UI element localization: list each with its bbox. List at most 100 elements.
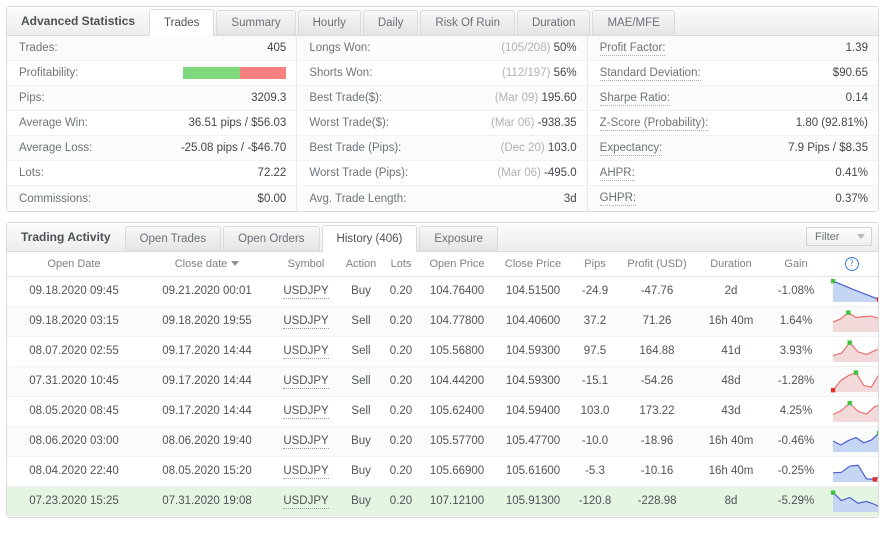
stat-value-main: 56%: [553, 67, 577, 79]
stat-value: 0.37%: [835, 193, 868, 205]
trades-table-body: 09.18.2020 09:45 09.21.2020 00:01 USDJPY Bu…: [7, 276, 878, 517]
stat-value-main: 1.39: [845, 42, 868, 54]
stat-value-main: 50%: [553, 42, 577, 54]
cell-open-price: 105.66900: [419, 456, 495, 487]
cell-lots: 0.20: [383, 276, 419, 307]
symbol-link[interactable]: USDJPY: [283, 345, 329, 359]
tab-daily[interactable]: Daily: [362, 10, 419, 35]
advanced-statistics-grid: Trades: 405 Profitability: Pips: 3209.3 Avera…: [7, 36, 878, 211]
tab-exposure[interactable]: Exposure: [419, 226, 498, 251]
cell-profit: -228.98: [619, 486, 695, 517]
tab-risk-of-ruin[interactable]: Risk Of Ruin: [420, 10, 515, 35]
stat-value-context: (Mar 09): [494, 92, 542, 104]
cell-duration: 2d: [695, 276, 767, 307]
cell-symbol: USDJPY: [273, 336, 339, 367]
column-header-symbol[interactable]: Symbol: [273, 252, 339, 277]
stat-value: -25.08 pips / -$46.70: [181, 142, 287, 154]
cell-open-date-text: 08.05.2020 08:45: [29, 405, 119, 417]
symbol-link[interactable]: USDJPY: [283, 375, 329, 389]
cell-close-price-text: 104.40600: [505, 315, 561, 327]
column-header-profit-usd[interactable]: Profit (USD): [619, 252, 695, 277]
column-header-action[interactable]: Action: [339, 252, 383, 277]
table-row[interactable]: 07.31.2020 10:45 09.17.2020 14:44 USDJPY Se…: [7, 366, 878, 397]
table-row[interactable]: 09.18.2020 09:45 09.21.2020 00:01 USDJPY Bu…: [7, 276, 878, 307]
tab-mae-mfe[interactable]: MAE/MFE: [592, 10, 675, 35]
cell-action: Sell: [339, 336, 383, 367]
column-header-open-date[interactable]: Open Date: [7, 252, 141, 277]
column-header-close-date[interactable]: Close date: [141, 252, 273, 277]
cell-symbol: USDJPY: [273, 366, 339, 397]
cell-pips-text: 37.2: [583, 315, 607, 327]
stat-value-context: (105/208): [501, 42, 554, 54]
column-header-info[interactable]: ?: [825, 252, 878, 277]
cell-close-date: 08.05.2020 15:20: [141, 456, 273, 487]
cell-lots-text: 0.20: [389, 465, 413, 477]
stat-value: 0.14: [846, 92, 868, 104]
cell-gain-text: -1.08%: [777, 285, 815, 297]
symbol-link[interactable]: USDJPY: [283, 315, 329, 329]
stat-value: (Mar 09) 195.60: [495, 92, 577, 104]
stat-label[interactable]: Sharpe Ratio:: [599, 91, 670, 106]
cell-sparkline: [825, 396, 878, 427]
column-header-duration[interactable]: Duration: [695, 252, 767, 277]
table-row[interactable]: 08.04.2020 22:40 08.05.2020 15:20 USDJPY Bu…: [7, 456, 878, 487]
table-row[interactable]: 07.23.2020 15:25 07.31.2020 19:08 USDJPY Bu…: [7, 486, 878, 517]
column-header-label: Close date: [174, 257, 228, 270]
cell-duration-text: 48d: [721, 375, 741, 387]
stat-value: 3209.3: [251, 92, 286, 104]
tab-label: Exposure: [434, 233, 483, 245]
trades-table: Open Date Close date Symbol Action Lots Open …: [7, 252, 878, 517]
column-header-open-price[interactable]: Open Price: [419, 252, 495, 277]
stat-row: Trades: 405: [7, 36, 297, 61]
cell-pips-text: 97.5: [583, 345, 607, 357]
column-header-label: Action: [345, 257, 377, 270]
cell-open-price: 104.76400: [419, 276, 495, 307]
cell-symbol: USDJPY: [273, 486, 339, 517]
cell-close-date: 08.06.2020 19:40: [141, 426, 273, 457]
stat-label[interactable]: GHPR:: [599, 191, 637, 206]
cell-profit-text: -54.26: [640, 375, 674, 387]
stat-value-main: -938.35: [537, 117, 577, 129]
symbol-link[interactable]: USDJPY: [283, 285, 329, 299]
symbol-link[interactable]: USDJPY: [283, 435, 329, 449]
column-header-close-price[interactable]: Close Price: [495, 252, 571, 277]
tab-open-orders[interactable]: Open Orders: [223, 226, 320, 251]
cell-open-date: 07.31.2020 10:45: [7, 366, 141, 397]
symbol-link[interactable]: USDJPY: [283, 495, 329, 509]
symbol-link[interactable]: USDJPY: [283, 405, 329, 419]
cell-open-date-text: 08.07.2020 02:55: [29, 345, 119, 357]
cell-action: Sell: [339, 366, 383, 397]
stat-value-main: 72.22: [257, 167, 287, 179]
cell-symbol: USDJPY: [273, 396, 339, 427]
tab-hourly[interactable]: Hourly: [297, 10, 361, 35]
cell-lots-text: 0.20: [389, 435, 413, 447]
tab-open-trades[interactable]: Open Trades: [124, 226, 222, 251]
table-row[interactable]: 08.06.2020 03:00 08.06.2020 19:40 USDJPY Bu…: [7, 426, 878, 457]
stat-row: Z-Score (Probability): 1.80 (92.81%): [587, 111, 878, 136]
stat-label[interactable]: Expectancy:: [599, 141, 663, 156]
filter-button[interactable]: Filter: [806, 227, 872, 246]
tab-label: Risk Of Ruin: [435, 17, 500, 29]
stat-label[interactable]: Standard Deviation:: [599, 66, 701, 81]
column-header-pips[interactable]: Pips: [571, 252, 619, 277]
stat-value: 0.41%: [835, 167, 868, 179]
cell-profit-text: 71.26: [642, 315, 672, 327]
stat-label[interactable]: AHPR:: [599, 166, 635, 181]
column-header-lots[interactable]: Lots: [383, 252, 419, 277]
question-mark-icon[interactable]: ?: [844, 256, 859, 271]
stat-row: Pips: 3209.3: [7, 86, 297, 111]
tab-summary[interactable]: Summary: [216, 10, 296, 35]
stat-label[interactable]: Profit Factor:: [599, 41, 666, 56]
table-row[interactable]: 08.07.2020 02:55 09.17.2020 14:44 USDJPY Se…: [7, 336, 878, 367]
tab-history-406[interactable]: History (406): [321, 225, 418, 252]
cell-open-date-text: 08.04.2020 22:40: [29, 465, 119, 477]
tab-trades[interactable]: Trades: [149, 9, 215, 36]
table-row[interactable]: 08.05.2020 08:45 09.17.2020 14:44 USDJPY Se…: [7, 396, 878, 427]
symbol-link[interactable]: USDJPY: [283, 465, 329, 479]
column-header-gain[interactable]: Gain: [767, 252, 825, 277]
table-row[interactable]: 09.18.2020 03:15 09.18.2020 19:55 USDJPY Se…: [7, 306, 878, 337]
stat-label[interactable]: Z-Score (Probability):: [599, 116, 709, 131]
tab-duration[interactable]: Duration: [516, 10, 591, 35]
cell-close-date-text: 08.06.2020 19:40: [162, 435, 252, 447]
trading-activity-title: Trading Activity: [21, 230, 111, 244]
